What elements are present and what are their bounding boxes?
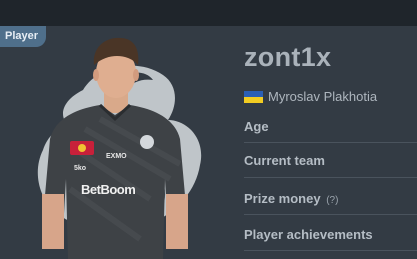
- jersey-sponsor-betboom: BetBoom: [81, 182, 136, 197]
- player-fullname: Myroslav Plakhotia: [268, 89, 378, 104]
- player-info: zont1x Myroslav Plakhotia Age Current te…: [244, 26, 417, 259]
- player-nickname: zont1x: [244, 42, 332, 72]
- prize-money-row: Prize money (?): [244, 191, 417, 206]
- current-team-label: Current team: [244, 153, 325, 168]
- player-card: Player EXMO 5ko BetBoom zont1x Myroslav …: [0, 26, 417, 259]
- jersey-sponsor-5ko: 5ko: [74, 165, 87, 172]
- divider: [244, 250, 417, 251]
- jersey-sponsor-exmo: EXMO: [106, 153, 127, 160]
- ukraine-flag-icon: [244, 90, 263, 103]
- divider: [244, 177, 417, 178]
- divider: [244, 214, 417, 215]
- prize-money-label: Prize money: [244, 191, 321, 206]
- player-achievements-link[interactable]: Player achievements: [244, 227, 417, 242]
- player-badge: Player: [0, 26, 47, 47]
- prize-money-help[interactable]: (?): [326, 195, 338, 206]
- player-photo: EXMO 5ko BetBoom: [30, 29, 200, 259]
- divider: [244, 142, 417, 143]
- top-bar: [0, 0, 417, 26]
- age-label: Age: [244, 119, 269, 134]
- player-realname-row: Myroslav Plakhotia: [244, 89, 377, 104]
